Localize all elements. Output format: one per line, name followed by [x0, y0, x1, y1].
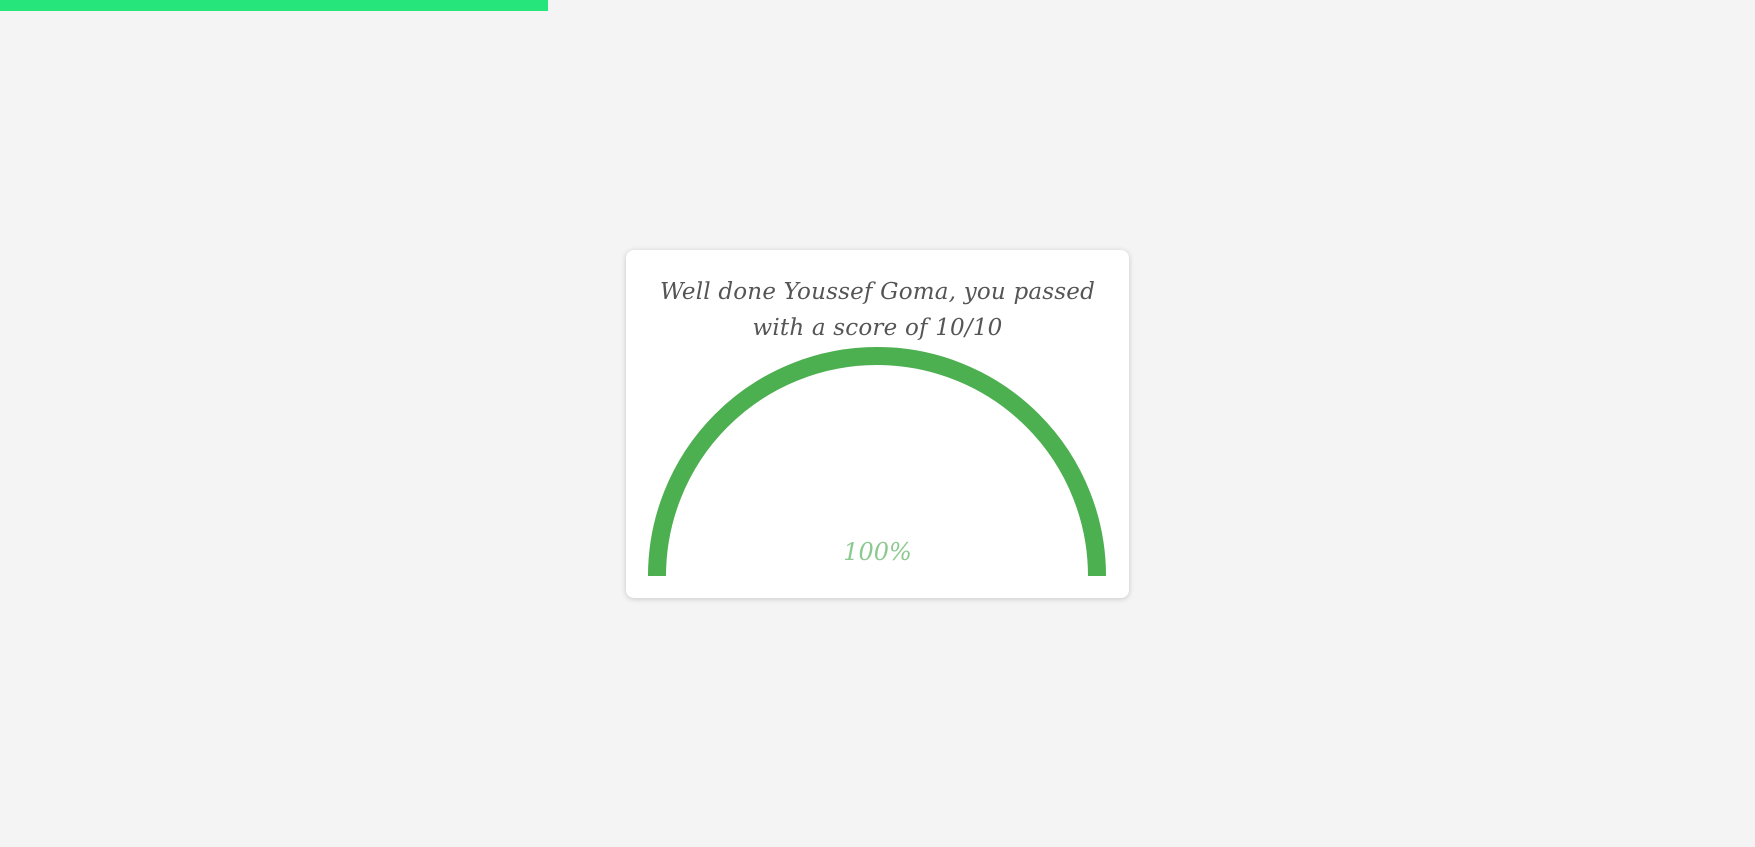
quiz-progress-bar [0, 0, 1755, 11]
quiz-progress-fill [0, 0, 549, 11]
result-card: Well done Youssef Goma, you passed with … [626, 250, 1129, 598]
result-message: Well done Youssef Goma, you passed with … [659, 279, 1096, 341]
score-percent: 100% [843, 538, 912, 566]
